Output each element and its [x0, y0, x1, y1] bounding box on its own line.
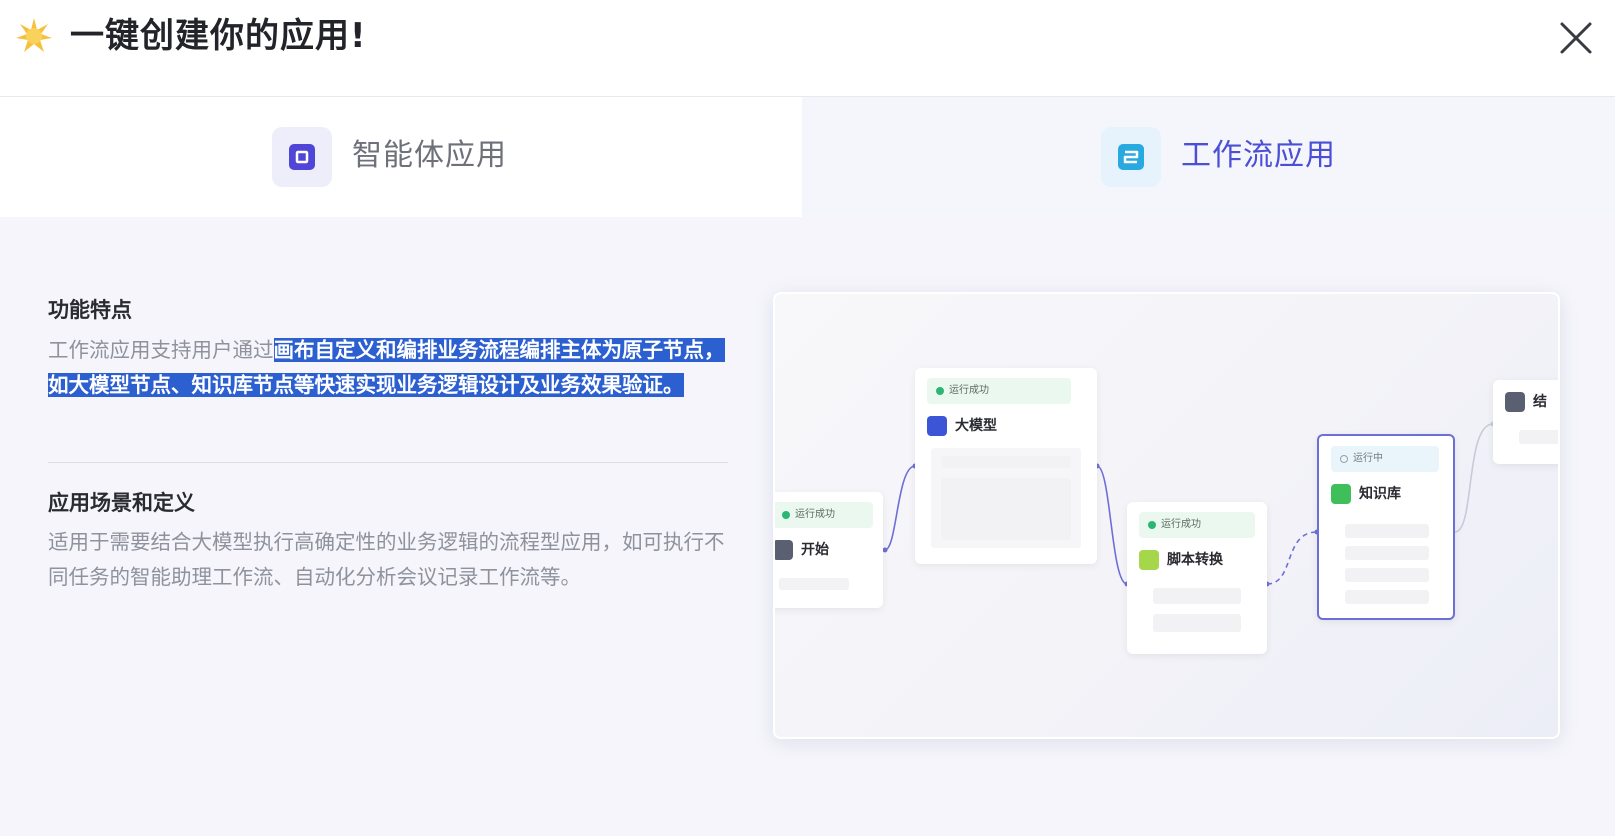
dialog-header: 一键创建你的应用! — [0, 0, 1615, 97]
start-icon — [775, 540, 793, 560]
status-success-dot — [936, 387, 944, 395]
status-running-dot — [1340, 455, 1348, 463]
end-icon — [1505, 392, 1525, 412]
node-script: 运行成功 脚本转换 — [1127, 502, 1267, 654]
tab-agent-label: 智能体应用 — [352, 138, 507, 173]
llm-icon — [927, 416, 947, 436]
node-knowledge-base: 运行中 知识库 — [1317, 434, 1455, 620]
node-end: 结 — [1493, 380, 1558, 464]
features-text: 工作流应用支持用户通过画布自定义和编排业务流程编排主体为原子节点，如大模型节点、… — [48, 333, 733, 403]
node-end-label: 结 — [1533, 394, 1547, 410]
scenarios-text: 适用于需要结合大模型执行高确定性的业务逻辑的流程型应用，如可执行不同任务的智能助… — [48, 530, 725, 589]
features-text-plain: 工作流应用支持用户通过 — [48, 338, 274, 362]
agent-app-icon — [272, 127, 332, 187]
script-icon — [1139, 550, 1159, 570]
close-icon[interactable] — [1556, 18, 1596, 58]
node-kb-label: 知识库 — [1359, 486, 1401, 502]
status-success-dot — [1148, 521, 1156, 529]
status-success-dot — [782, 511, 790, 519]
node-script-status: 运行成功 — [1139, 512, 1255, 538]
node-script-label: 脚本转换 — [1167, 552, 1223, 568]
features-title: 功能特点 — [48, 298, 132, 322]
scenarios-title: 应用场景和定义 — [48, 491, 195, 515]
node-start: 运行成功 开始 — [775, 492, 883, 608]
tab-workflow-label: 工作流应用 — [1181, 138, 1336, 173]
tab-workflow-app[interactable]: 工作流应用 — [802, 97, 1615, 217]
workflow-preview: 运行成功 开始 运行成功 大模型 运行成功 脚本转换 运行中 知识库 结 — [773, 292, 1560, 739]
node-start-status: 运行成功 — [775, 502, 873, 528]
node-llm-status: 运行成功 — [927, 378, 1071, 404]
knowledge-base-icon — [1331, 484, 1351, 504]
sparkle-icon — [16, 18, 52, 52]
node-llm: 运行成功 大模型 — [915, 368, 1097, 564]
workflow-app-icon — [1101, 127, 1161, 187]
dialog-title: 一键创建你的应用! — [70, 16, 367, 56]
app-type-tabs: 智能体应用 工作流应用 — [0, 97, 1615, 217]
node-llm-label: 大模型 — [955, 418, 997, 434]
node-kb-status: 运行中 — [1331, 446, 1439, 472]
tab-agent-app[interactable]: 智能体应用 — [0, 97, 802, 217]
node-start-label: 开始 — [801, 542, 829, 558]
section-divider — [48, 462, 728, 463]
